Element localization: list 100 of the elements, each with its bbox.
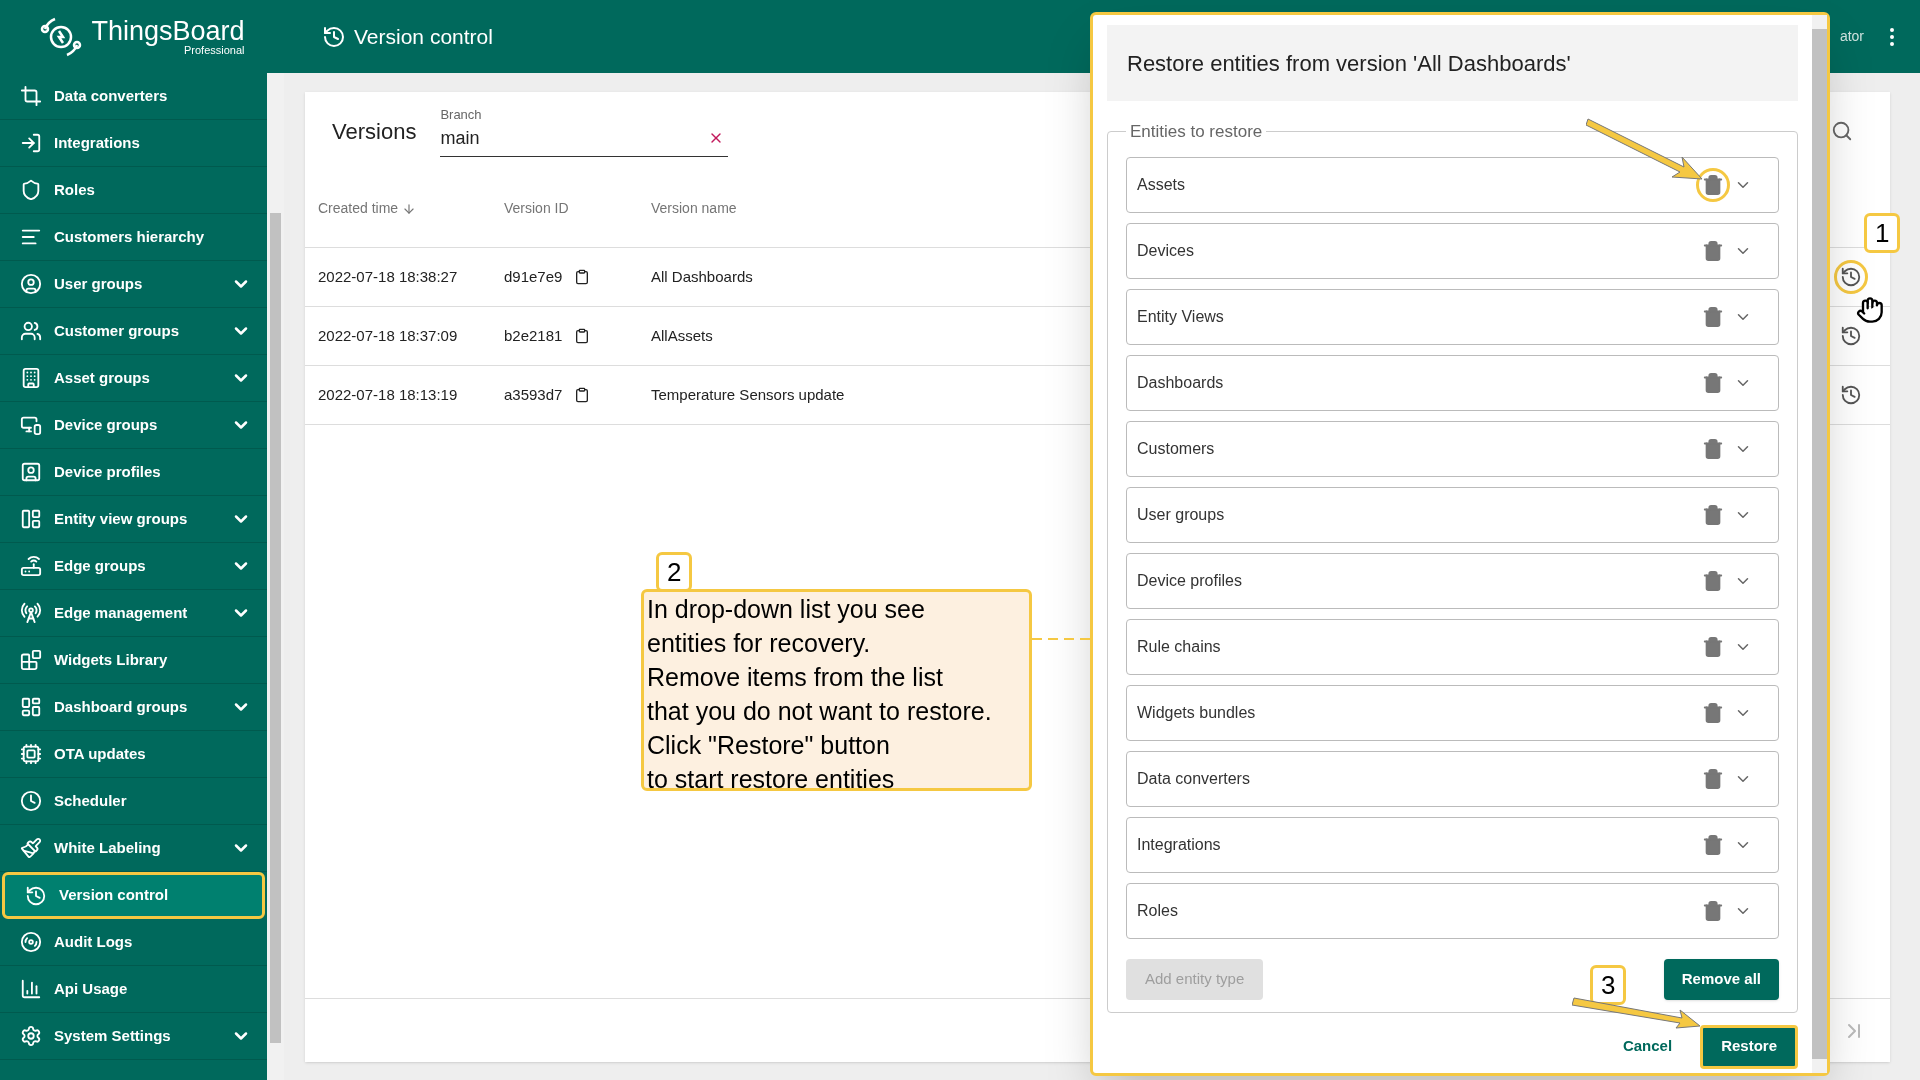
entity-row[interactable]: Customers — [1126, 420, 1779, 477]
dashboard-icon — [20, 696, 42, 718]
branch-label: Branch — [440, 106, 483, 125]
sidebar-label: Customer groups — [54, 320, 180, 341]
table-cell-text: a3593d7 — [504, 384, 563, 405]
sidebar-label: Version control — [59, 885, 170, 906]
crop-icon — [20, 85, 42, 107]
sidebar-label: User groups — [54, 273, 144, 294]
user-icon — [20, 273, 42, 295]
table-cell-text: d91e7e9 — [504, 266, 563, 287]
sidebar-item[interactable]: Version control — [2, 872, 265, 919]
brand-edition: Professional — [184, 44, 245, 56]
entity-row[interactable]: Integrations — [1126, 816, 1779, 873]
settings-icon — [20, 1025, 42, 1047]
entity-row[interactable]: Roles — [1126, 882, 1779, 939]
entity-row[interactable]: Device profiles — [1126, 552, 1779, 609]
branch-field[interactable]: Branch main — [440, 105, 729, 157]
entity-row[interactable]: Dashboards — [1126, 354, 1779, 411]
table-cell-text: b2e2181 — [504, 325, 563, 346]
paintbrush-icon — [20, 837, 42, 859]
sidebar-label: Entity view groups — [54, 508, 189, 529]
sidebar-item[interactable]: Entity view groups — [0, 496, 267, 543]
sidebar-item[interactable]: System Settings — [0, 1013, 267, 1060]
login-icon — [20, 132, 42, 154]
entity-label: Data converters — [1137, 768, 1251, 789]
callout-number: 2 — [656, 552, 693, 592]
profile-icon — [20, 461, 42, 483]
entity-label: Customers — [1137, 438, 1216, 459]
sidebar-label: System Settings — [54, 1025, 172, 1046]
entity-row[interactable]: Rule chains — [1126, 618, 1779, 675]
fieldset-legend: Entities to restore — [1126, 119, 1267, 145]
entity-row[interactable]: User groups — [1126, 486, 1779, 543]
sidebar-item[interactable]: Customer groups — [0, 308, 267, 355]
layout-icon — [20, 508, 42, 530]
sidebar-item[interactable]: Dashboard groups — [0, 684, 267, 731]
remove-all-button[interactable]: Remove all — [1663, 958, 1779, 1000]
user-role-text: ator — [1839, 27, 1864, 46]
table-cell-text: AllAssets — [651, 325, 713, 346]
chip-icon — [20, 743, 42, 765]
entity-label: Integrations — [1137, 834, 1222, 855]
bar-chart-icon — [20, 978, 42, 1000]
sidebar-label: Data converters — [54, 85, 169, 106]
restore-button[interactable]: Restore — [1700, 1024, 1798, 1069]
table-cell-text: 2022-07-18 18:38:27 — [318, 266, 459, 287]
entity-row[interactable]: Entity Views — [1126, 288, 1779, 345]
versions-title: Versions — [332, 117, 417, 146]
sidebar-item[interactable]: Edge groups — [0, 543, 267, 590]
sidebar-label: Scheduler — [54, 790, 128, 811]
sidebar-item[interactable]: Widgets Library — [0, 637, 267, 684]
callout-number: 1 — [1864, 213, 1901, 253]
sidebar-label: White Labeling — [54, 837, 162, 858]
entity-label: Roles — [1137, 900, 1179, 921]
restore-history-icon[interactable] — [1834, 260, 1868, 294]
brand-name: ThingsBoard — [91, 17, 245, 45]
entity-row[interactable]: Widgets bundles — [1126, 684, 1779, 741]
column-header[interactable]: Created time — [318, 198, 399, 219]
sidebar-label: Dashboard groups — [54, 696, 189, 717]
sidebar-label: Asset groups — [54, 367, 151, 388]
sidebar-label: Customers hierarchy — [54, 226, 206, 247]
sidebar-item[interactable]: Asset groups — [0, 355, 267, 402]
search-icon[interactable] — [1831, 120, 1853, 142]
history-icon — [25, 884, 47, 907]
entity-label: Entity Views — [1137, 306, 1225, 327]
sidebar-label: Edge management — [54, 602, 189, 623]
sidebar-label: Integrations — [54, 132, 141, 153]
entity-label: Dashboards — [1137, 372, 1225, 393]
disc-icon — [20, 931, 42, 953]
entity-label: Widgets bundles — [1137, 702, 1257, 723]
sidebar-item[interactable]: Device profiles — [0, 449, 267, 496]
sidebar-item[interactable]: User groups — [0, 261, 267, 308]
users-icon — [20, 320, 42, 342]
antenna-icon — [20, 602, 42, 624]
sidebar-label: Edge groups — [54, 555, 147, 576]
sidebar-item[interactable]: Device groups — [0, 402, 267, 449]
sidebar-item[interactable]: OTA updates — [0, 731, 267, 778]
table-cell-text: All Dashboards — [651, 266, 753, 287]
clipboard-icon[interactable] — [574, 387, 591, 403]
cancel-button[interactable]: Cancel — [1610, 1026, 1685, 1067]
sidebar-label: Device profiles — [54, 461, 162, 482]
sidebar-label: Api Usage — [54, 978, 129, 999]
column-header: Version ID — [504, 199, 570, 218]
entity-row[interactable]: Devices — [1126, 222, 1779, 279]
blocks-icon — [20, 649, 42, 671]
sidebar-item[interactable]: Edge management — [0, 590, 267, 637]
entity-row[interactable]: Data converters — [1126, 750, 1779, 807]
entity-label: Assets — [1137, 174, 1186, 195]
callout-text: In drop-down list you see entities for recovery. Remove items from the list that you do not want to restore. Click "Restore" button to start restore entities — [641, 589, 1032, 791]
page-title: Version control — [354, 23, 493, 50]
entity-label: Devices — [1137, 240, 1195, 261]
history-icon — [322, 24, 346, 49]
entity-label: User groups — [1137, 504, 1226, 525]
column-header: Version name — [651, 199, 737, 218]
clock-icon — [20, 790, 42, 812]
entity-label: Rule chains — [1137, 636, 1222, 657]
callout-number: 3 — [1590, 965, 1627, 1005]
clipboard-icon[interactable] — [574, 269, 591, 285]
clipboard-icon[interactable] — [574, 328, 591, 344]
dialog-title: Restore entities from version 'All Dashboards' — [1127, 49, 1571, 78]
building-icon — [20, 367, 42, 389]
shield-icon — [20, 179, 42, 201]
